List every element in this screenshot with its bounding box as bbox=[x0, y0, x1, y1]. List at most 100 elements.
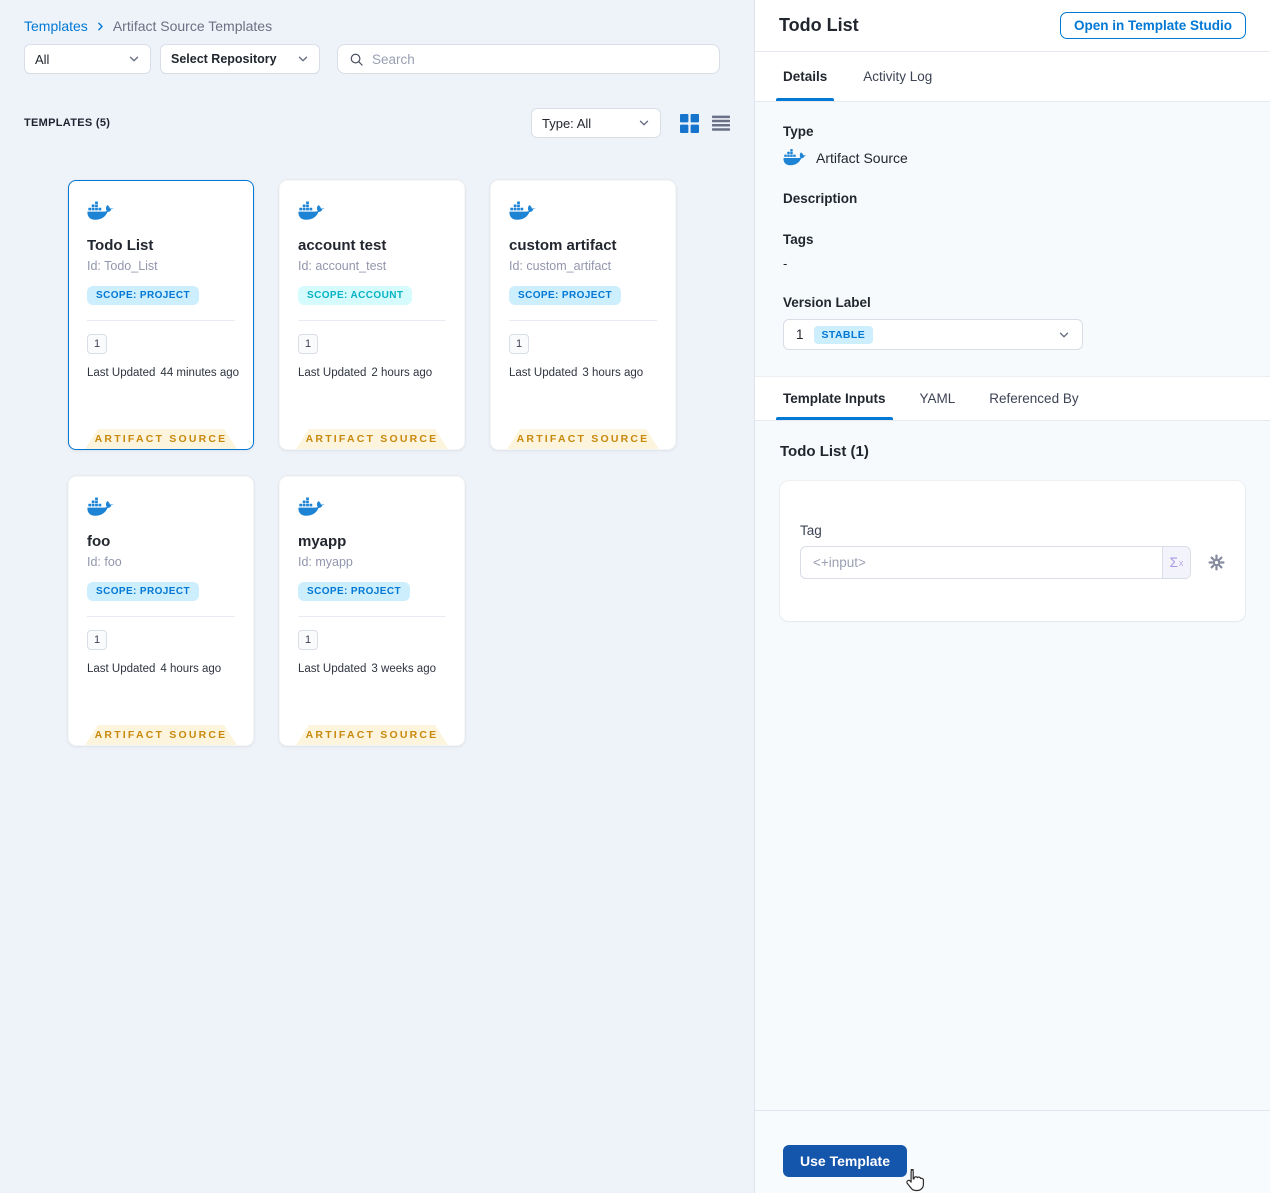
artifact-source-ribbon: ARTIFACT SOURCE bbox=[507, 429, 659, 449]
scope-filter-value: All bbox=[35, 51, 50, 67]
panel-header: Todo List Open in Template Studio bbox=[755, 0, 1270, 52]
breadcrumb: Templates Artifact Source Templates bbox=[24, 18, 754, 34]
scope-badge: SCOPE: PROJECT bbox=[298, 582, 410, 601]
last-updated-label: Last Updated bbox=[509, 367, 578, 379]
repository-filter-value: Select Repository bbox=[171, 52, 277, 66]
search-box bbox=[337, 44, 720, 74]
open-in-template-studio-button[interactable]: Open in Template Studio bbox=[1059, 12, 1246, 39]
app-screen: Templates Artifact Source Templates All … bbox=[0, 0, 1270, 1193]
tab-details[interactable]: Details bbox=[775, 52, 835, 101]
artifact-source-ribbon: ARTIFACT SOURCE bbox=[296, 429, 448, 449]
template-inputs-section: Todo List (1) Tag Σx bbox=[755, 421, 1270, 1110]
card-divider bbox=[87, 320, 235, 321]
last-updated-label: Last Updated bbox=[298, 663, 367, 675]
stable-badge: STABLE bbox=[813, 325, 874, 344]
last-updated-label: Last Updated bbox=[87, 367, 156, 379]
docker-whale-icon bbox=[298, 201, 325, 221]
templates-count-label: TEMPLATES (5) bbox=[24, 117, 111, 129]
version-select[interactable]: 1 STABLE bbox=[783, 319, 1083, 350]
chevron-down-icon bbox=[1058, 329, 1070, 341]
search-input[interactable] bbox=[372, 51, 708, 67]
description-label: Description bbox=[783, 191, 858, 206]
template-card-title: myapp bbox=[298, 533, 347, 550]
last-updated-value: 2 hours ago bbox=[371, 367, 433, 379]
list-header: TEMPLATES (5) Type: All bbox=[24, 108, 730, 138]
template-card[interactable]: account test Id: account_test SCOPE: ACC… bbox=[279, 180, 465, 450]
last-updated-value: 4 hours ago bbox=[160, 663, 222, 675]
grid-view-icon[interactable] bbox=[680, 113, 699, 133]
templates-list-panel: Templates Artifact Source Templates All … bbox=[0, 0, 755, 1193]
inputs-card: Tag Σx bbox=[780, 481, 1245, 621]
tag-input-wrap: Σx bbox=[800, 546, 1191, 579]
scope-badge: SCOPE: ACCOUNT bbox=[298, 286, 413, 305]
tab-yaml[interactable]: YAML bbox=[920, 377, 956, 420]
last-updated-label: Last Updated bbox=[87, 663, 156, 675]
type-label: Type bbox=[783, 124, 814, 139]
chevron-down-icon bbox=[638, 117, 650, 129]
artifact-source-ribbon: ARTIFACT SOURCE bbox=[296, 725, 448, 745]
artifact-source-ribbon: ARTIFACT SOURCE bbox=[85, 725, 237, 745]
version-label: Version Label bbox=[783, 295, 871, 310]
scope-badge: SCOPE: PROJECT bbox=[87, 582, 199, 601]
details-tabs: Details Activity Log bbox=[755, 52, 1270, 102]
template-card[interactable]: foo Id: foo SCOPE: PROJECT 1 Last Update… bbox=[68, 476, 254, 746]
repository-filter-select[interactable]: Select Repository bbox=[160, 44, 320, 74]
tab-template-inputs[interactable]: Template Inputs bbox=[776, 377, 893, 420]
panel-footer: Use Template bbox=[755, 1110, 1270, 1193]
docker-whale-icon bbox=[87, 497, 114, 517]
panel-title: Todo List bbox=[779, 15, 859, 35]
template-card-title: Todo List bbox=[87, 237, 154, 254]
version-count-chip: 1 bbox=[509, 334, 529, 354]
breadcrumb-current: Artifact Source Templates bbox=[112, 18, 273, 34]
chevron-down-icon bbox=[297, 53, 309, 65]
template-card-title: foo bbox=[87, 533, 111, 550]
gear-icon[interactable] bbox=[1208, 554, 1225, 571]
last-updated-value: 3 hours ago bbox=[582, 367, 644, 379]
type-filter-value: Type: All bbox=[542, 115, 592, 131]
docker-whale-icon bbox=[509, 201, 536, 221]
version-value: 1 bbox=[796, 327, 804, 342]
template-card[interactable]: Todo List Id: Todo_List SCOPE: PROJECT 1… bbox=[68, 180, 254, 450]
scope-badge: SCOPE: PROJECT bbox=[87, 286, 199, 305]
template-details-panel: Todo List Open in Template Studio Detail… bbox=[755, 0, 1270, 1193]
template-card[interactable]: custom artifact Id: custom_artifact SCOP… bbox=[490, 180, 676, 450]
sigma-expression-icon[interactable]: Σx bbox=[1162, 547, 1190, 578]
tags-value: - bbox=[783, 256, 788, 271]
docker-whale-icon bbox=[87, 201, 114, 221]
version-count-chip: 1 bbox=[87, 334, 107, 354]
template-card-id: Id: foo bbox=[87, 555, 122, 569]
docker-whale-icon bbox=[783, 149, 807, 166]
breadcrumb-link-templates[interactable]: Templates bbox=[24, 18, 88, 34]
template-card[interactable]: myapp Id: myapp SCOPE: PROJECT 1 Last Up… bbox=[279, 476, 465, 746]
card-divider bbox=[298, 616, 446, 617]
scope-badge: SCOPE: PROJECT bbox=[509, 286, 621, 305]
tab-referenced-by[interactable]: Referenced By bbox=[989, 377, 1078, 420]
template-card-id: Id: custom_artifact bbox=[509, 259, 612, 273]
templates-grid: Todo List Id: Todo_List SCOPE: PROJECT 1… bbox=[68, 180, 754, 746]
use-template-button[interactable]: Use Template bbox=[783, 1145, 907, 1177]
version-count-chip: 1 bbox=[298, 334, 318, 354]
template-card-title: account test bbox=[298, 237, 387, 254]
search-icon bbox=[350, 53, 363, 66]
type-value: Artifact Source bbox=[816, 149, 908, 166]
chevron-down-icon bbox=[128, 53, 140, 65]
chevron-right-icon bbox=[97, 22, 103, 30]
inputs-tabs: Template Inputs YAML Referenced By bbox=[755, 376, 1270, 421]
docker-whale-icon bbox=[298, 497, 325, 517]
tab-activity-log[interactable]: Activity Log bbox=[863, 52, 932, 101]
artifact-source-ribbon: ARTIFACT SOURCE bbox=[85, 429, 237, 449]
version-count-chip: 1 bbox=[87, 630, 107, 650]
tags-label: Tags bbox=[783, 232, 814, 247]
card-divider bbox=[509, 320, 657, 321]
last-updated-label: Last Updated bbox=[298, 367, 367, 379]
template-card-id: Id: Todo_List bbox=[87, 259, 158, 273]
details-section: Type Artifact Source Description Tags - … bbox=[755, 102, 1270, 376]
card-divider bbox=[87, 616, 235, 617]
scope-filter-select[interactable]: All bbox=[24, 44, 151, 74]
list-view-icon[interactable] bbox=[712, 115, 730, 131]
template-card-id: Id: account_test bbox=[298, 259, 387, 273]
type-filter-select[interactable]: Type: All bbox=[531, 108, 661, 138]
last-updated-value: 44 minutes ago bbox=[160, 367, 240, 379]
tag-input[interactable] bbox=[801, 547, 1162, 578]
inputs-title: Todo List (1) bbox=[780, 443, 869, 460]
